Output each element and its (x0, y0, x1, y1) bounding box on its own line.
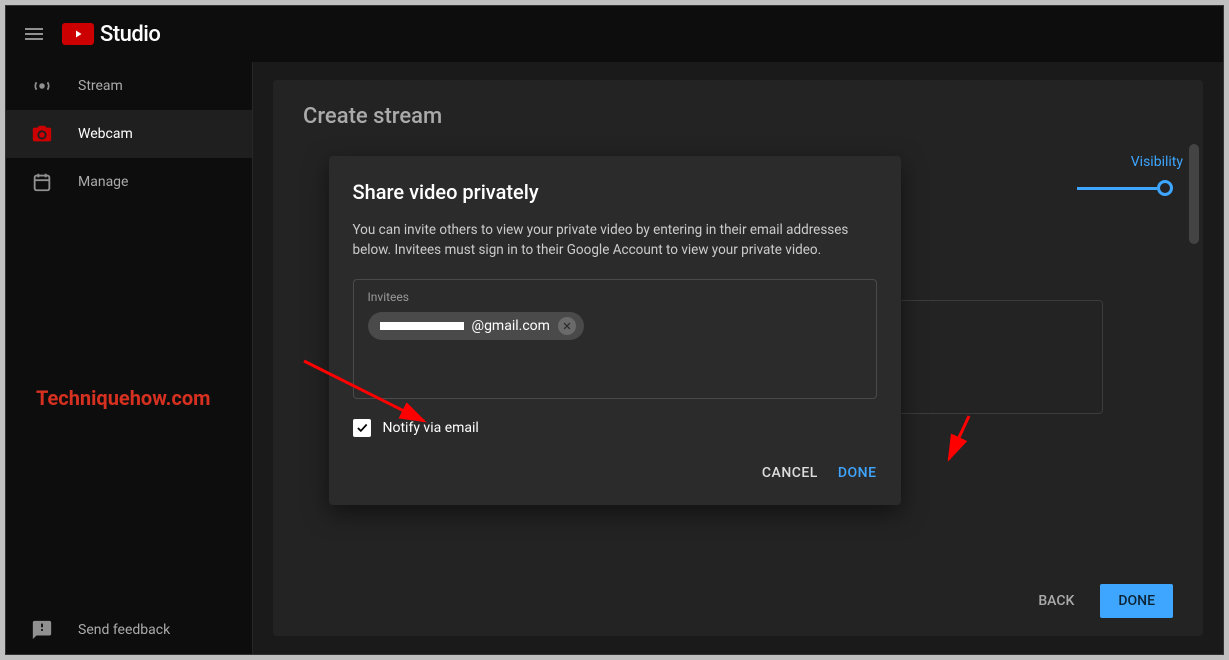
scrollbar[interactable] (1189, 144, 1199, 244)
calendar-icon (30, 170, 54, 194)
sidebar: Stream Webcam Manage Techniquehow.com (6, 62, 253, 654)
sidebar-item-label: Manage (78, 174, 128, 190)
notify-label: Notify via email (383, 420, 479, 436)
share-privately-modal: Share video privately You can invite oth… (329, 156, 901, 505)
notify-checkbox-row[interactable]: Notify via email (353, 419, 877, 437)
modal-title: Share video privately (353, 180, 877, 204)
feedback-icon (30, 618, 54, 642)
sidebar-item-label: Send feedback (78, 622, 170, 638)
camera-icon (30, 122, 54, 146)
checkbox-icon[interactable] (353, 419, 371, 437)
sidebar-item-manage[interactable]: Manage (6, 158, 252, 206)
back-button[interactable]: BACK (1024, 585, 1088, 617)
step-dot[interactable] (1157, 180, 1173, 196)
redacted-name (380, 322, 464, 330)
step-label-visibility: Visibility (1131, 154, 1183, 170)
invitees-label: Invitees (368, 290, 862, 304)
menu-icon[interactable] (22, 22, 46, 46)
panel-footer-buttons: BACK DONE (1024, 584, 1173, 618)
step-line (1077, 187, 1157, 190)
invitee-chip: @gmail.com (368, 312, 584, 340)
youtube-icon (62, 23, 94, 45)
invitees-input[interactable]: Invitees @gmail.com (353, 279, 877, 399)
topbar: Studio (6, 6, 1223, 62)
remove-chip-icon[interactable] (558, 317, 576, 335)
modal-done-button[interactable]: DONE (838, 465, 877, 481)
app-root: Studio Stream Webcam Manage (5, 5, 1224, 655)
logo[interactable]: Studio (62, 22, 160, 47)
modal-description: You can invite others to view your priva… (353, 220, 877, 261)
sidebar-item-feedback[interactable]: Send feedback (6, 606, 252, 654)
chip-email-suffix: @gmail.com (472, 318, 550, 334)
done-button[interactable]: DONE (1100, 584, 1173, 618)
panel-title: Create stream (303, 104, 1173, 129)
sidebar-item-label: Webcam (78, 126, 133, 142)
sidebar-item-webcam[interactable]: Webcam (6, 110, 252, 158)
sidebar-item-label: Stream (78, 78, 123, 94)
logo-text: Studio (100, 22, 160, 47)
sidebar-item-stream[interactable]: Stream (6, 62, 252, 110)
cancel-button[interactable]: CANCEL (762, 465, 818, 481)
modal-actions: CANCEL DONE (353, 465, 877, 481)
broadcast-icon (30, 74, 54, 98)
watermark-text: Techniquehow.com (6, 386, 252, 410)
stepper: Visibility (1077, 180, 1173, 196)
